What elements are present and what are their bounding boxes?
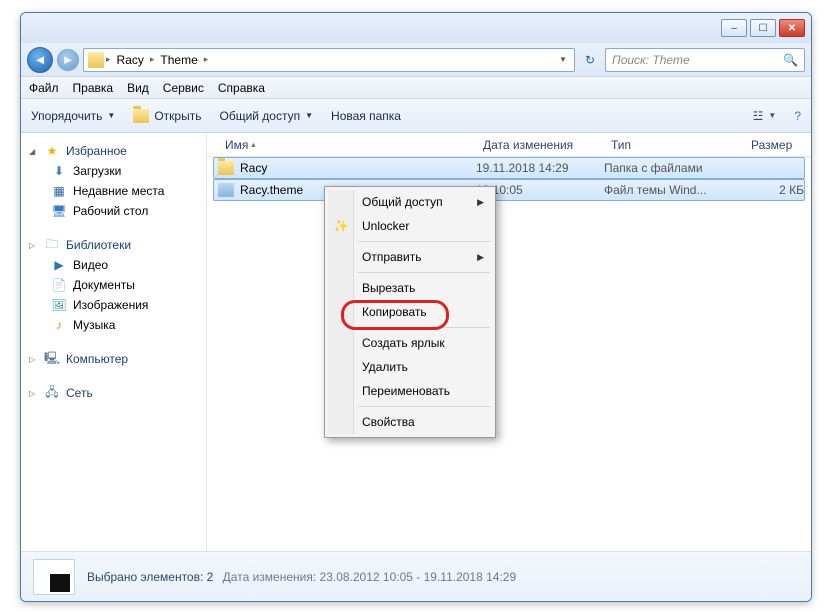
- nav-forward-button[interactable]: ►: [57, 49, 79, 71]
- desktop-icon: 🖥: [51, 203, 67, 219]
- video-icon: ▶: [51, 257, 67, 273]
- chevron-right-icon: ▷: [29, 389, 38, 398]
- sidebar-desktop[interactable]: 🖥Рабочий стол: [25, 201, 202, 221]
- menu-file[interactable]: Файл: [29, 81, 59, 95]
- music-icon: ♪: [51, 317, 67, 333]
- breadcrumb-item[interactable]: Theme: [156, 51, 201, 69]
- sidebar-videos[interactable]: ▶Видео: [25, 255, 202, 275]
- search-icon[interactable]: 🔍: [783, 53, 798, 67]
- chevron-right-icon[interactable]: ▸: [106, 54, 111, 65]
- col-name[interactable]: Имя: [217, 138, 475, 152]
- statusbar: Выбрано элементов: 2 Дата изменения: 23.…: [21, 551, 811, 601]
- ctx-delete[interactable]: Удалить: [328, 355, 492, 379]
- ctx-copy[interactable]: Копировать: [328, 300, 492, 324]
- theme-file-icon: [218, 183, 234, 197]
- ctx-separator: [358, 406, 490, 407]
- ctx-properties[interactable]: Свойства: [328, 410, 492, 434]
- computer-icon: 🖳: [44, 351, 60, 367]
- sidebar-recent[interactable]: ▦Недавние места: [25, 181, 202, 201]
- ctx-unlocker[interactable]: ✨Unlocker: [328, 214, 492, 238]
- sidebar-documents[interactable]: 📄Документы: [25, 275, 202, 295]
- folder-icon: [88, 52, 104, 68]
- sidebar-libraries[interactable]: ▷ 🗀 Библиотеки: [25, 235, 202, 255]
- recent-icon: ▦: [51, 183, 67, 199]
- menu-edit[interactable]: Правка: [73, 81, 114, 95]
- sidebar-favorites[interactable]: ◢ ★ Избранное: [25, 141, 202, 161]
- ctx-create-shortcut[interactable]: Создать ярлык: [328, 331, 492, 355]
- menu-tools[interactable]: Сервис: [163, 81, 204, 95]
- wand-icon: ✨: [333, 218, 349, 234]
- ctx-sendto[interactable]: Отправить▶: [328, 245, 492, 269]
- sidebar: ◢ ★ Избранное ⬇Загрузки ▦Недавние места …: [21, 133, 207, 551]
- chevron-right-icon[interactable]: ▸: [204, 54, 209, 65]
- ctx-cut[interactable]: Вырезать: [328, 276, 492, 300]
- column-headers: Имя Дата изменения Тип Размер: [207, 133, 811, 157]
- star-icon: ★: [44, 143, 60, 159]
- ctx-rename[interactable]: Переименовать: [328, 379, 492, 403]
- menubar: Файл Правка Вид Сервис Справка: [21, 77, 811, 99]
- breadcrumb-item[interactable]: Racy: [113, 51, 148, 69]
- file-row[interactable]: Racy 19.11.2018 14:29 Папка с файлами: [213, 157, 805, 179]
- sidebar-computer[interactable]: ▷ 🖳 Компьютер: [25, 349, 202, 369]
- file-row[interactable]: Racy.theme 12 10:05 Файл темы Wind... 2 …: [213, 179, 805, 201]
- chevron-down-icon: ◢: [29, 147, 38, 156]
- sidebar-pictures[interactable]: 🖼Изображения: [25, 295, 202, 315]
- network-icon: 🖧: [44, 385, 60, 401]
- menu-help[interactable]: Справка: [218, 81, 265, 95]
- address-bar[interactable]: ▸ Racy ▸ Theme ▸ ▼: [83, 48, 575, 72]
- chevron-right-icon: ▷: [29, 241, 38, 250]
- new-folder-button[interactable]: Новая папка: [331, 109, 401, 123]
- open-button[interactable]: Открыть: [133, 109, 201, 123]
- sidebar-downloads[interactable]: ⬇Загрузки: [25, 161, 202, 181]
- organize-button[interactable]: Упорядочить▼: [31, 109, 115, 123]
- address-dropdown[interactable]: ▼: [556, 55, 570, 64]
- document-icon: 📄: [51, 277, 67, 293]
- view-options-button[interactable]: ☳▼: [753, 109, 777, 123]
- ctx-separator: [358, 241, 490, 242]
- search-placeholder: Поиск: Theme: [612, 53, 690, 67]
- sidebar-music[interactable]: ♪Музыка: [25, 315, 202, 335]
- minimize-button[interactable]: –: [721, 19, 747, 37]
- maximize-button[interactable]: ☐: [750, 19, 776, 37]
- share-button[interactable]: Общий доступ▼: [219, 109, 313, 123]
- help-button[interactable]: ?: [794, 109, 801, 123]
- submenu-arrow-icon: ▶: [477, 197, 484, 208]
- download-icon: ⬇: [51, 163, 67, 179]
- titlebar: – ☐ ✕: [21, 13, 811, 43]
- status-main: Выбрано элементов: 2 Дата изменения: 23.…: [87, 570, 516, 584]
- ctx-separator: [358, 327, 490, 328]
- ctx-separator: [358, 272, 490, 273]
- menu-view[interactable]: Вид: [127, 81, 149, 95]
- picture-icon: 🖼: [51, 297, 67, 313]
- col-type[interactable]: Тип: [603, 138, 743, 152]
- submenu-arrow-icon: ▶: [477, 252, 484, 263]
- selection-preview-icon: [33, 559, 75, 595]
- sidebar-network[interactable]: ▷ 🖧 Сеть: [25, 383, 202, 403]
- context-menu: Общий доступ▶ ✨Unlocker Отправить▶ Вырез…: [324, 186, 496, 438]
- open-folder-icon: [133, 109, 149, 123]
- libraries-icon: 🗀: [44, 237, 60, 253]
- folder-icon: [218, 161, 234, 175]
- toolbar: Упорядочить▼ Открыть Общий доступ▼ Новая…: [21, 99, 811, 133]
- nav-back-button[interactable]: ◄: [27, 47, 53, 73]
- ctx-share[interactable]: Общий доступ▶: [328, 190, 492, 214]
- search-input[interactable]: Поиск: Theme 🔍: [605, 48, 805, 72]
- chevron-right-icon[interactable]: ▸: [150, 54, 155, 65]
- refresh-button[interactable]: ↻: [579, 49, 601, 71]
- col-size[interactable]: Размер: [743, 138, 803, 152]
- close-button[interactable]: ✕: [779, 19, 805, 37]
- navbar: ◄ ► ▸ Racy ▸ Theme ▸ ▼ ↻ Поиск: Theme 🔍: [21, 43, 811, 77]
- chevron-right-icon: ▷: [29, 355, 38, 364]
- file-list: Имя Дата изменения Тип Размер Racy 19.11…: [207, 133, 811, 551]
- col-date[interactable]: Дата изменения: [475, 138, 603, 152]
